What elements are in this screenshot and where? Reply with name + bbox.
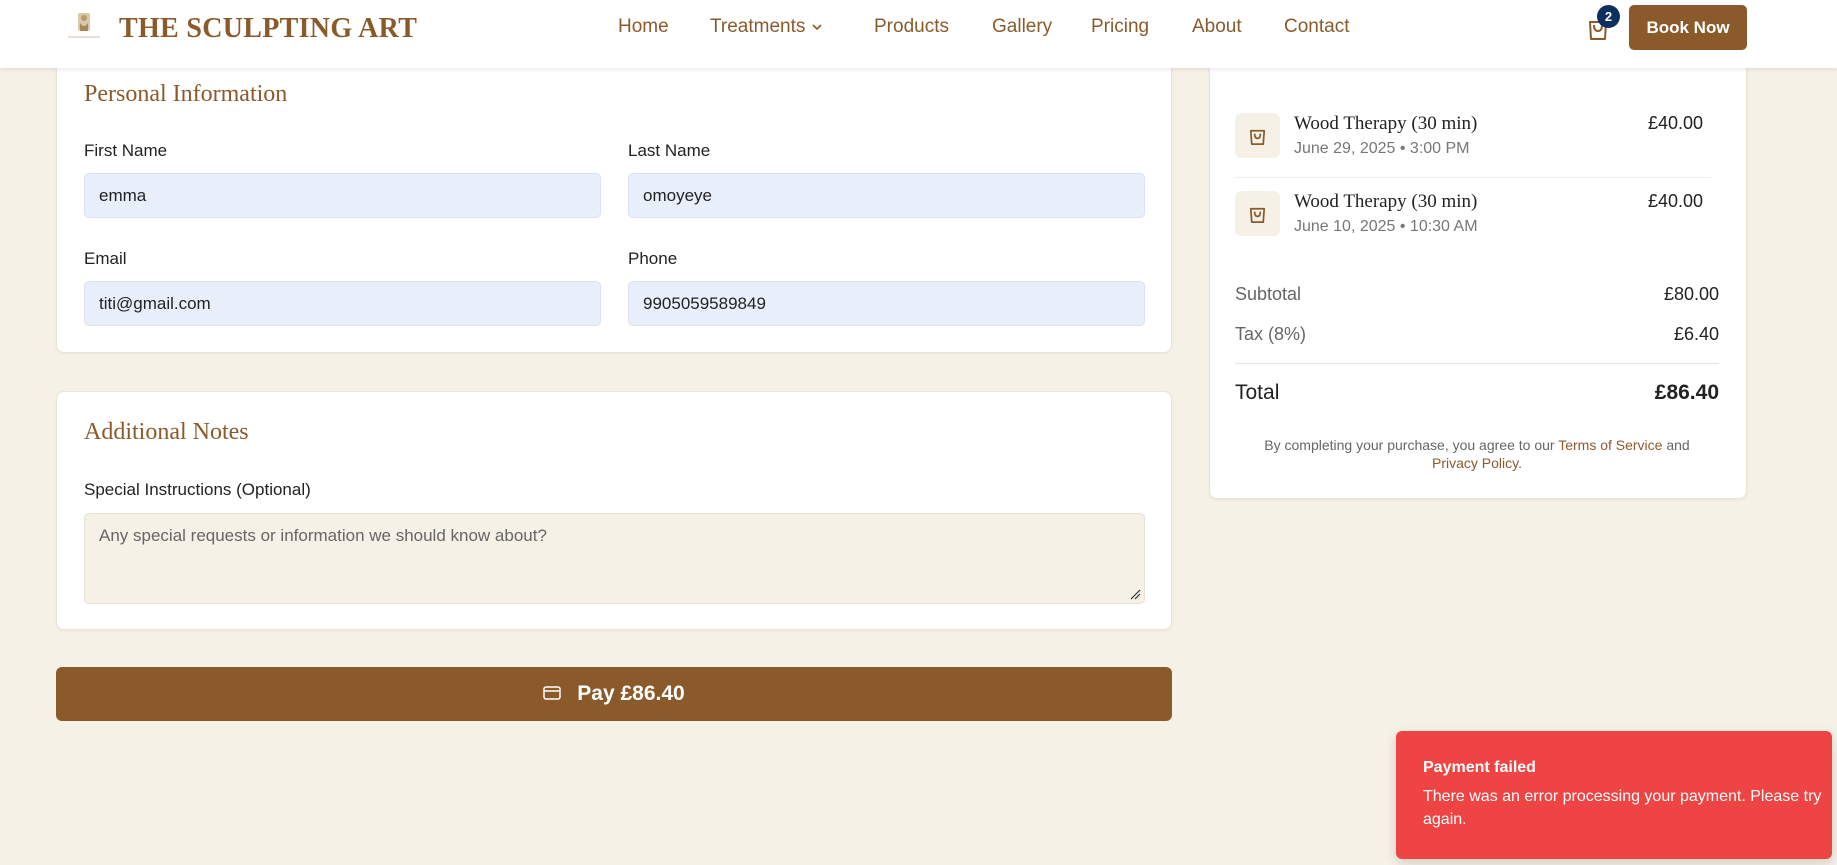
nav-home[interactable]: Home [618, 16, 669, 38]
item-date: June 10, 2025 • 10:30 AM [1294, 218, 1478, 235]
legal-suffix: . [1518, 455, 1522, 471]
chevron-down-icon [812, 24, 822, 31]
privacy-link[interactable]: Privacy Policy [1432, 455, 1518, 471]
site-header: THE SCULPTING ART Home Treatments Produc… [0, 0, 1837, 68]
additional-notes-title: Additional Notes [84, 419, 249, 445]
summary-item: Wood Therapy (30 min) June 10, 2025 • 10… [1235, 191, 1711, 261]
resize-handle-icon[interactable] [1129, 588, 1141, 600]
tax-row: Tax (8%) £6.40 [1235, 324, 1719, 345]
nav-treatments[interactable]: Treatments [710, 16, 823, 38]
additional-notes-card: Additional Notes Special Instructions (O… [56, 391, 1172, 630]
personal-info-title: Personal Information [84, 81, 288, 107]
legal-and: and [1666, 437, 1690, 453]
brand-name[interactable]: THE SCULPTING ART [119, 13, 417, 45]
email-field[interactable]: titi@gmail.com [84, 281, 601, 326]
phone-label: Phone [628, 249, 678, 268]
subtotal-value: £80.00 [1663, 284, 1719, 304]
nav-gallery[interactable]: Gallery [992, 16, 1052, 38]
item-name: Wood Therapy (30 min) [1294, 113, 1478, 134]
legal-notice: By completing your purchase, you agree t… [1235, 436, 1719, 472]
subtotal-row: Subtotal £80.00 [1235, 284, 1719, 305]
item-name: Wood Therapy (30 min) [1294, 191, 1478, 212]
pay-button-label: Pay £86.40 [577, 682, 685, 705]
phone-field[interactable]: 9905059589849 [628, 281, 1145, 326]
total-divider [1235, 363, 1719, 364]
credit-card-icon [543, 686, 562, 700]
personal-info-card: Personal Information First Name emma Las… [56, 58, 1172, 353]
pay-button[interactable]: Pay £86.40 [56, 667, 1172, 721]
toast-title: Payment failed [1423, 759, 1536, 776]
summary-item: Wood Therapy (30 min) June 29, 2025 • 3:… [1235, 113, 1711, 183]
book-now-button[interactable]: Book Now [1629, 5, 1747, 50]
first-name-label: First Name [84, 141, 168, 160]
nav-contact[interactable]: Contact [1284, 16, 1349, 38]
total-label: Total [1235, 381, 1280, 404]
shopping-bag-icon [1249, 129, 1266, 145]
order-summary-card [1209, 40, 1747, 499]
item-date: June 29, 2025 • 3:00 PM [1294, 140, 1470, 157]
last-name-label: Last Name [628, 141, 711, 160]
logo-icon[interactable] [64, 11, 104, 41]
first-name-field[interactable]: emma [84, 173, 601, 218]
special-instructions-textarea[interactable]: Any special requests or information we s… [84, 513, 1145, 604]
total-row: Total £86.40 [1235, 381, 1719, 405]
item-price: £40.00 [1647, 191, 1703, 211]
email-label: Email [84, 249, 127, 268]
last-name-field[interactable]: omoyeye [628, 173, 1145, 218]
nav-about[interactable]: About [1192, 16, 1242, 38]
subtotal-label: Subtotal [1235, 284, 1302, 304]
item-bag-icon-box [1235, 113, 1280, 158]
special-instructions-label: Special Instructions (Optional) [84, 480, 311, 499]
cart-count-badge: 2 [1597, 5, 1620, 28]
nav-treatments-label: Treatments [710, 16, 806, 37]
nav-products[interactable]: Products [874, 16, 949, 38]
tax-value: £6.40 [1673, 324, 1719, 344]
shopping-bag-icon [1249, 207, 1266, 223]
terms-link[interactable]: Terms of Service [1558, 437, 1662, 453]
total-value: £86.40 [1654, 381, 1719, 404]
item-bag-icon-box [1235, 191, 1280, 236]
item-price: £40.00 [1647, 113, 1703, 133]
item-divider [1235, 177, 1711, 178]
legal-prefix: By completing your purchase, you agree t… [1264, 437, 1555, 453]
textarea-placeholder: Any special requests or information we s… [99, 526, 547, 545]
nav-pricing[interactable]: Pricing [1091, 16, 1149, 38]
tax-label: Tax (8%) [1235, 324, 1307, 344]
error-toast[interactable]: Payment failed There was an error proces… [1396, 731, 1832, 859]
toast-message: There was an error processing your payme… [1423, 788, 1822, 828]
